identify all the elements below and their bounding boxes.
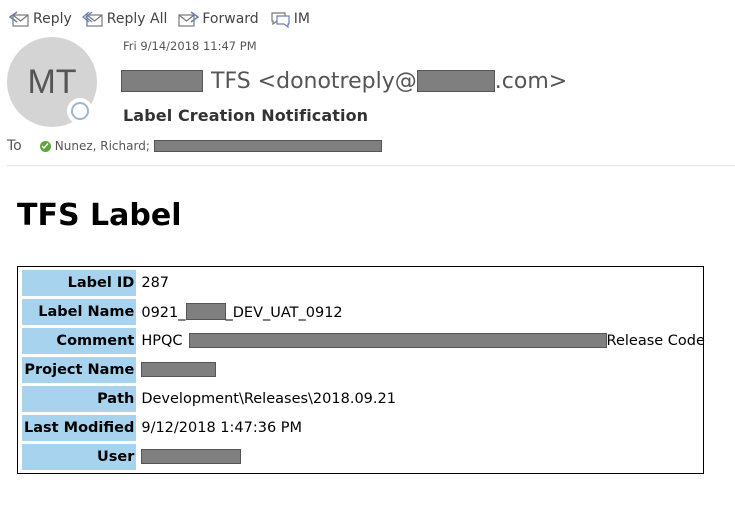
redacted-sender-name <box>121 70 203 92</box>
value-prefix: HPQC <box>141 333 183 349</box>
reply-all-icon <box>81 11 103 27</box>
presence-icon <box>67 98 93 124</box>
row-label: Comment <box>22 328 137 354</box>
row-value <box>139 357 707 383</box>
table-row: Label ID 287 <box>22 270 707 296</box>
row-label: Project Name <box>22 357 137 383</box>
forward-icon <box>178 11 200 27</box>
reply-label: Reply <box>33 11 72 27</box>
sender-email-suffix: .com> <box>494 68 568 94</box>
value-suffix: Release Code <box>606 333 705 349</box>
table-row: Comment HPQC Release Code <box>22 328 707 354</box>
row-label: Label Name <box>22 299 137 325</box>
reply-icon <box>8 11 29 27</box>
forward-label: Forward <box>202 11 259 27</box>
reply-button[interactable]: Reply <box>8 10 72 28</box>
email-subject: Label Creation Notification <box>123 106 369 125</box>
body-heading: TFS Label <box>17 198 182 233</box>
to-label: To <box>7 138 22 154</box>
table-row: User <box>22 444 707 470</box>
im-label: IM <box>293 11 310 27</box>
row-value: HPQC Release Code <box>139 328 707 354</box>
row-value: 9/12/2018 1:47:36 PM <box>141 420 303 436</box>
reply-all-label: Reply All <box>106 11 168 27</box>
sender-initials: MT <box>27 62 77 101</box>
redacted-value <box>141 362 217 377</box>
row-value: Development\Releases\2018.09.21 <box>141 391 396 407</box>
row-value: 287 <box>141 275 170 291</box>
header-divider <box>7 165 735 166</box>
label-details-table: Label ID 287 Label Name 0921_ _DEV_UAT_09… <box>17 266 707 474</box>
table-row: Label Name 0921_ _DEV_UAT_0912 <box>22 299 707 325</box>
message-toolbar: Reply Reply All Forward IM <box>8 8 320 30</box>
redacted-value <box>188 333 607 348</box>
value-prefix: 0921_ <box>141 305 186 321</box>
forward-button[interactable]: Forward <box>177 10 259 28</box>
recipient-name[interactable]: Nunez, Richard; <box>55 139 150 153</box>
recipients-row: To Nunez, Richard; <box>7 138 382 154</box>
redacted-value <box>185 303 226 320</box>
row-label: Label ID <box>22 270 137 296</box>
redacted-value <box>141 449 242 464</box>
row-value <box>139 444 707 470</box>
sender-line[interactable]: TFS <donotreply@ .com> <box>121 66 567 96</box>
im-button[interactable]: IM <box>269 10 310 28</box>
sent-date: Fri 9/14/2018 11:47 PM <box>123 39 257 53</box>
redacted-recipients <box>153 140 382 152</box>
redacted-email-domain <box>416 70 495 92</box>
im-icon <box>271 12 290 28</box>
reply-all-button[interactable]: Reply All <box>81 10 168 28</box>
presence-indicator <box>71 102 89 120</box>
table-row: Last Modified 9/12/2018 1:47:36 PM <box>22 415 707 441</box>
value-suffix: _DEV_UAT_0912 <box>225 305 343 321</box>
table-row: Project Name <box>22 357 707 383</box>
row-label: User <box>22 444 137 470</box>
row-label: Last Modified <box>22 415 137 441</box>
sender-name: TFS <box>211 68 251 94</box>
row-value: 0921_ _DEV_UAT_0912 <box>139 299 707 325</box>
table-row: Path Development\Releases\2018.09.21 <box>22 386 707 412</box>
sender-email-prefix: <donotreply@ <box>257 68 417 94</box>
check-icon <box>39 140 51 152</box>
row-label: Path <box>22 386 137 412</box>
